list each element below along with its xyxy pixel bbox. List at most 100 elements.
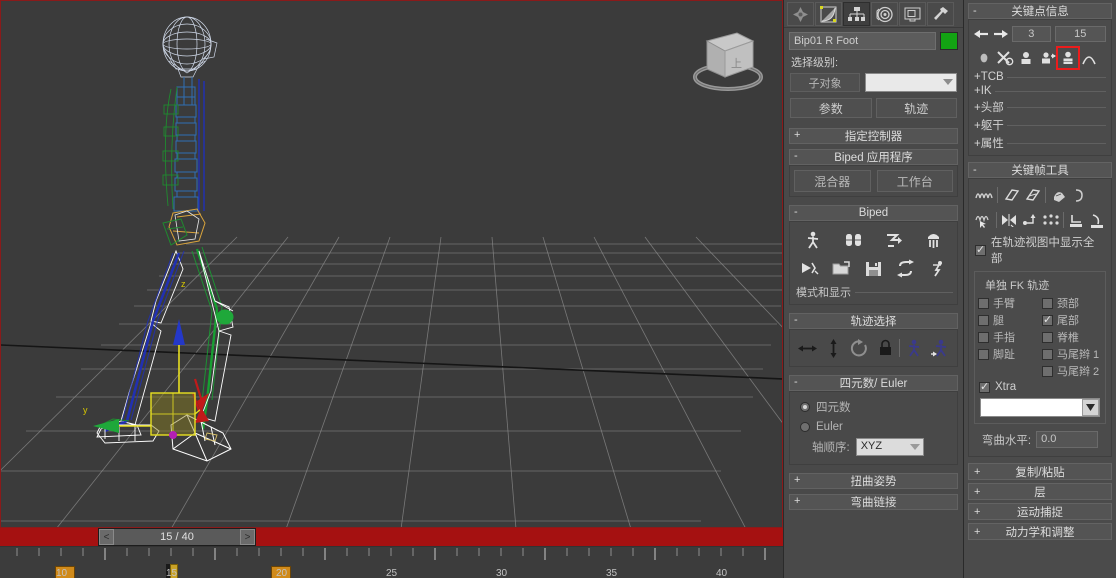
fk-fingers-item[interactable]: 手指 bbox=[978, 329, 1038, 345]
fk-ponytail2-checkbox[interactable] bbox=[1042, 365, 1053, 377]
utilities-tab[interactable] bbox=[927, 2, 954, 26]
prev-key-button[interactable] bbox=[974, 26, 989, 42]
bend-links-header[interactable]: + 弯曲链接 bbox=[789, 494, 958, 510]
body-biped-button[interactable] bbox=[902, 337, 926, 359]
twist-poses-header[interactable]: + 扭曲姿势 bbox=[789, 473, 958, 489]
biped-apps-header[interactable]: - Biped 应用程序 bbox=[789, 149, 958, 165]
xtra-checkbox[interactable] bbox=[979, 380, 990, 393]
modify-tab[interactable] bbox=[815, 2, 842, 26]
expand-toggle[interactable]: + bbox=[794, 129, 800, 141]
set-free-key-button[interactable] bbox=[1056, 46, 1080, 70]
save-file-button[interactable] bbox=[861, 257, 885, 279]
erase-right-button[interactable] bbox=[1022, 185, 1042, 205]
prev-frame-button[interactable]: < bbox=[99, 529, 114, 545]
xtra-dropdown[interactable] bbox=[980, 398, 1100, 417]
anchor-right-button[interactable] bbox=[1087, 210, 1107, 230]
properties-section[interactable]: +属性 bbox=[972, 134, 1108, 152]
show-all-trajectories-row[interactable]: 在轨迹视图中显示全部 bbox=[972, 232, 1108, 268]
partial-button[interactable] bbox=[1070, 185, 1090, 205]
collapse-toggle[interactable]: - bbox=[794, 150, 798, 162]
layers-header[interactable]: + 层 bbox=[968, 483, 1112, 500]
copy-paste-header[interactable]: + 复制/粘贴 bbox=[968, 463, 1112, 480]
set-sliding-key-button[interactable] bbox=[1037, 48, 1057, 68]
biped-header[interactable]: - Biped bbox=[789, 205, 958, 221]
collapse-toggle[interactable]: - bbox=[794, 314, 798, 326]
perspective-viewport[interactable]: z y 上 bbox=[0, 0, 783, 528]
motion-tab[interactable] bbox=[871, 2, 898, 26]
key-time-field[interactable]: 15 bbox=[1054, 26, 1106, 42]
mixer-button[interactable]: 混合器 bbox=[794, 170, 871, 192]
hierarchy-tab[interactable] bbox=[843, 2, 870, 26]
fk-legs-checkbox[interactable] bbox=[978, 314, 989, 326]
fk-toes-item[interactable]: 脚趾 bbox=[978, 346, 1038, 362]
move-all-mode-button[interactable] bbox=[925, 257, 949, 279]
body-vertical-button[interactable] bbox=[821, 337, 845, 359]
expand-toggle[interactable]: + bbox=[974, 506, 980, 518]
key-info-header[interactable]: - 关键点信息 bbox=[968, 3, 1112, 19]
erase-left-button[interactable] bbox=[1001, 185, 1021, 205]
fk-spine-item[interactable]: 脊椎 bbox=[1042, 329, 1102, 345]
modes-display-row[interactable]: 模式和显示 bbox=[794, 282, 953, 300]
figure-mode-button[interactable] bbox=[802, 229, 826, 251]
workbench-button[interactable]: 工作台 bbox=[876, 170, 953, 192]
trajectory-curve-button[interactable] bbox=[1079, 48, 1099, 68]
trajectory-button[interactable]: 轨迹 bbox=[875, 98, 957, 118]
fk-neck-item[interactable]: 颈部 bbox=[1042, 295, 1102, 311]
euler-radio[interactable] bbox=[800, 422, 810, 432]
offset-key-button[interactable] bbox=[1020, 210, 1040, 230]
motion-flow-mode-button[interactable] bbox=[881, 229, 905, 251]
next-frame-button[interactable]: > bbox=[240, 529, 255, 545]
expand-toggle[interactable]: + bbox=[974, 466, 980, 478]
fk-ponytail1-checkbox[interactable] bbox=[1042, 348, 1053, 360]
view-cube[interactable]: 上 bbox=[691, 19, 765, 97]
assign-controller-header[interactable]: + 指定控制器 bbox=[789, 128, 958, 144]
fk-neck-checkbox[interactable] bbox=[1042, 297, 1053, 309]
quaternion-option-row[interactable]: 四元数 bbox=[794, 396, 953, 418]
collapse-toggle[interactable]: - bbox=[794, 376, 798, 388]
set-key-button[interactable] bbox=[974, 48, 994, 68]
euler-option-row[interactable]: Euler bbox=[794, 418, 953, 436]
delete-key-button[interactable] bbox=[995, 48, 1015, 68]
footstep-mode-button[interactable] bbox=[842, 229, 866, 251]
body-biped-arrow-button[interactable] bbox=[928, 337, 952, 359]
key-number-field[interactable]: 3 bbox=[1012, 26, 1051, 42]
collapse-toggle[interactable]: - bbox=[794, 206, 798, 218]
fk-legs-item[interactable]: 腿 bbox=[978, 312, 1038, 328]
dots-button[interactable] bbox=[1041, 210, 1061, 230]
motion-capture-header[interactable]: + 运动捕捉 bbox=[968, 503, 1112, 520]
keyframe-tools-header[interactable]: - 关键帧工具 bbox=[968, 162, 1112, 178]
fk-ponytail1-item[interactable]: 马尾辫 1 bbox=[1042, 346, 1102, 362]
object-name-field[interactable]: Bip01 R Foot bbox=[789, 32, 936, 50]
lock-com-keying-button[interactable] bbox=[873, 337, 897, 359]
track-selection-header[interactable]: - 轨迹选择 bbox=[789, 313, 958, 329]
curve-smooth-button[interactable] bbox=[974, 185, 994, 205]
expand-toggle[interactable]: + bbox=[794, 495, 800, 507]
fk-tail-item[interactable]: 尾部 bbox=[1042, 312, 1102, 328]
next-key-button[interactable] bbox=[993, 26, 1008, 42]
fk-arms-checkbox[interactable] bbox=[978, 297, 989, 309]
timeline-bar[interactable]: < 15 / 40 > 10 15 20 25 30 35 40 bbox=[0, 528, 783, 578]
curve-pick-button[interactable] bbox=[974, 210, 994, 230]
object-color-swatch[interactable] bbox=[940, 32, 958, 50]
axis-order-dropdown[interactable]: XYZ bbox=[855, 438, 924, 456]
quaternion-radio[interactable] bbox=[800, 402, 810, 412]
collapse-toggle[interactable]: - bbox=[973, 164, 977, 176]
convert-button[interactable] bbox=[893, 257, 917, 279]
show-all-trajectories-checkbox[interactable] bbox=[975, 243, 986, 256]
mixer-mode-button[interactable] bbox=[921, 229, 945, 251]
fk-toes-checkbox[interactable] bbox=[978, 348, 989, 360]
current-frame-display[interactable]: 15 / 40 bbox=[114, 529, 240, 545]
display-tab[interactable] bbox=[899, 2, 926, 26]
xtra-row[interactable]: Xtra bbox=[978, 379, 1102, 395]
anchor-left-button[interactable] bbox=[1066, 210, 1086, 230]
body-section[interactable]: +躯干 bbox=[972, 116, 1108, 134]
tcb-section[interactable]: +TCB bbox=[972, 70, 1108, 84]
fk-fingers-checkbox[interactable] bbox=[978, 331, 989, 343]
expand-toggle[interactable]: + bbox=[974, 486, 980, 498]
body-horizontal-button[interactable] bbox=[795, 337, 819, 359]
sub-object-dropdown[interactable] bbox=[865, 73, 957, 92]
head-section[interactable]: +头部 bbox=[972, 98, 1108, 116]
sub-object-button[interactable]: 子对象 bbox=[790, 73, 860, 92]
fk-tail-checkbox[interactable] bbox=[1042, 313, 1053, 326]
parameters-button[interactable]: 参数 bbox=[790, 98, 872, 118]
